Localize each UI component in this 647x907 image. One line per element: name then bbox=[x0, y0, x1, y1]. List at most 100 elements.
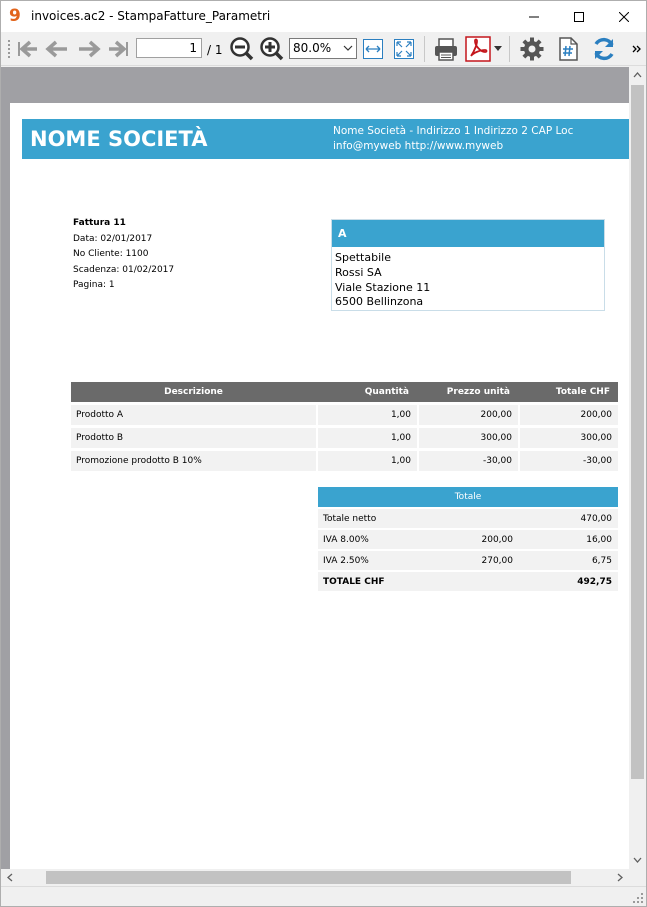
page-number-format-button[interactable] bbox=[555, 36, 581, 62]
vertical-scrollbar[interactable] bbox=[629, 67, 646, 869]
totals-row-grand-total: TOTALE CHF 492,75 bbox=[318, 572, 618, 591]
totals-row-net: Totale netto 470,00 bbox=[318, 509, 618, 528]
totals-value: 6,75 bbox=[591, 555, 612, 566]
previous-page-button[interactable] bbox=[43, 36, 71, 62]
item-quantity: 1,00 bbox=[318, 428, 417, 448]
zoom-in-icon bbox=[260, 37, 284, 61]
fit-page-icon bbox=[394, 39, 414, 59]
next-page-button[interactable] bbox=[75, 36, 103, 62]
printer-icon bbox=[435, 38, 457, 61]
totals-value: 470,00 bbox=[580, 513, 613, 524]
first-page-button[interactable] bbox=[14, 36, 40, 62]
table-row: Promozione prodotto B 10% 1,00 -30,00 -3… bbox=[71, 451, 618, 471]
item-description: Prodotto A bbox=[71, 405, 316, 425]
item-quantity: 1,00 bbox=[318, 451, 417, 471]
totals-label: Totale netto bbox=[323, 513, 377, 524]
company-info: Nome Società - Indirizzo 1 Indirizzo 2 C… bbox=[333, 124, 573, 154]
column-header-unit-price: Prezzo unità bbox=[446, 387, 510, 397]
company-info-line: info@myweb http://www.myweb bbox=[333, 140, 504, 152]
invoice-page: NOME SOCIETÀ Nome Società - Indirizzo 1 … bbox=[10, 103, 629, 869]
due-date: Scadenza: 01/02/2017 bbox=[73, 264, 175, 275]
items-table-header: Descrizione Quantità Prezzo unità Totale… bbox=[71, 382, 618, 402]
totals-base: 270,00 bbox=[481, 555, 514, 566]
refresh-button[interactable] bbox=[590, 36, 618, 62]
totals-header: Totale bbox=[318, 487, 618, 507]
totals-label: TOTALE CHF bbox=[323, 576, 385, 587]
export-options-dropdown[interactable] bbox=[493, 36, 503, 62]
last-page-button[interactable] bbox=[106, 36, 132, 62]
totals-row-vat: IVA 2.50% 270,00 6,75 bbox=[318, 551, 618, 570]
maximize-button[interactable] bbox=[556, 1, 601, 32]
scrollbar-corner bbox=[629, 869, 646, 886]
minimize-icon bbox=[528, 16, 539, 17]
page-total-label: / 1 bbox=[207, 43, 223, 57]
zoom-in-button[interactable] bbox=[259, 36, 285, 62]
horizontal-scroll-thumb[interactable] bbox=[46, 871, 571, 884]
app-window: 9 invoices.ac2 - StampaFatture_Parametri… bbox=[0, 0, 647, 907]
address-line: Rossi SA bbox=[335, 265, 382, 279]
table-row: Prodotto A 1,00 200,00 200,00 bbox=[71, 405, 618, 425]
item-unit-price: 200,00 bbox=[419, 405, 518, 425]
toolbar-separator bbox=[424, 36, 425, 62]
toolbar-overflow-button[interactable] bbox=[631, 36, 643, 62]
maximize-icon bbox=[573, 11, 584, 22]
totals-value: 16,00 bbox=[586, 534, 612, 545]
gear-icon bbox=[520, 37, 544, 61]
window-title: invoices.ac2 - StampaFatture_Parametri bbox=[31, 9, 271, 23]
scroll-up-icon[interactable] bbox=[633, 71, 642, 79]
totals-label: IVA 2.50% bbox=[323, 555, 369, 566]
toolbar: 1 / 1 80.0% bbox=[1, 32, 646, 66]
item-description: Prodotto B bbox=[71, 428, 316, 448]
invoice-info: Fattura 11 Data: 02/01/2017 No Cliente: … bbox=[73, 216, 174, 294]
scroll-right-icon[interactable] bbox=[616, 873, 624, 882]
totals-value: 492,75 bbox=[577, 576, 612, 587]
status-bar bbox=[1, 886, 646, 906]
scroll-left-icon[interactable] bbox=[6, 873, 14, 882]
company-info-line: Nome Società - Indirizzo 1 Indirizzo 2 C… bbox=[333, 125, 574, 137]
company-header: NOME SOCIETÀ Nome Società - Indirizzo 1 … bbox=[22, 119, 629, 159]
address-line: Viale Stazione 11 bbox=[335, 280, 431, 294]
app-logo-icon: 9 bbox=[9, 6, 21, 26]
totals-label: IVA 8.00% bbox=[323, 534, 369, 545]
zoom-out-button[interactable] bbox=[229, 36, 255, 62]
arrow-left-icon bbox=[45, 40, 67, 58]
horizontal-scrollbar[interactable] bbox=[1, 869, 629, 886]
preview-viewport[interactable]: NOME SOCIETÀ Nome Società - Indirizzo 1 … bbox=[1, 67, 629, 869]
resize-grip-icon[interactable] bbox=[632, 892, 644, 904]
column-header-total: Totale CHF bbox=[555, 387, 610, 397]
pdf-icon bbox=[465, 36, 491, 62]
item-description: Promozione prodotto B 10% bbox=[71, 451, 316, 471]
close-button[interactable] bbox=[601, 1, 646, 32]
zoom-select[interactable]: 80.0% bbox=[289, 38, 357, 59]
fit-page-button[interactable] bbox=[393, 36, 415, 62]
page-number-input[interactable]: 1 bbox=[136, 38, 202, 58]
item-total: -30,00 bbox=[520, 451, 618, 471]
vertical-scroll-thumb[interactable] bbox=[631, 85, 644, 779]
invoice-date: Data: 02/01/2017 bbox=[73, 233, 153, 244]
totals-row-vat: IVA 8.00% 200,00 16,00 bbox=[318, 530, 618, 549]
hash-document-icon bbox=[559, 37, 578, 61]
totals-table: Totale Totale netto 470,00 IVA 8.00% 200… bbox=[318, 487, 618, 591]
address-line: Spettabile bbox=[335, 251, 391, 264]
invoice-number: Fattura 11 bbox=[73, 218, 126, 228]
address-box: A Spettabile Rossi SA Viale Stazione 11 … bbox=[331, 219, 605, 311]
fit-width-button[interactable] bbox=[362, 36, 384, 62]
settings-button[interactable] bbox=[518, 36, 546, 62]
column-header-description: Descrizione bbox=[164, 387, 223, 397]
print-button[interactable] bbox=[432, 36, 460, 62]
zoom-out-icon bbox=[230, 37, 254, 61]
last-page-icon bbox=[109, 40, 128, 58]
chevron-down-icon bbox=[343, 41, 353, 58]
minimize-button[interactable] bbox=[511, 1, 556, 32]
toolbar-separator bbox=[509, 36, 510, 62]
title-bar: 9 invoices.ac2 - StampaFatture_Parametri bbox=[1, 1, 646, 32]
scroll-down-icon[interactable] bbox=[633, 856, 642, 864]
first-page-icon bbox=[18, 40, 37, 58]
caret-down-icon bbox=[494, 46, 502, 51]
item-unit-price: -30,00 bbox=[419, 451, 518, 471]
items-table: Descrizione Quantità Prezzo unità Totale… bbox=[71, 382, 618, 471]
export-pdf-button[interactable] bbox=[464, 36, 492, 62]
zoom-value: 80.0% bbox=[293, 41, 332, 55]
table-row: Prodotto B 1,00 300,00 300,00 bbox=[71, 428, 618, 448]
close-icon bbox=[618, 11, 629, 22]
